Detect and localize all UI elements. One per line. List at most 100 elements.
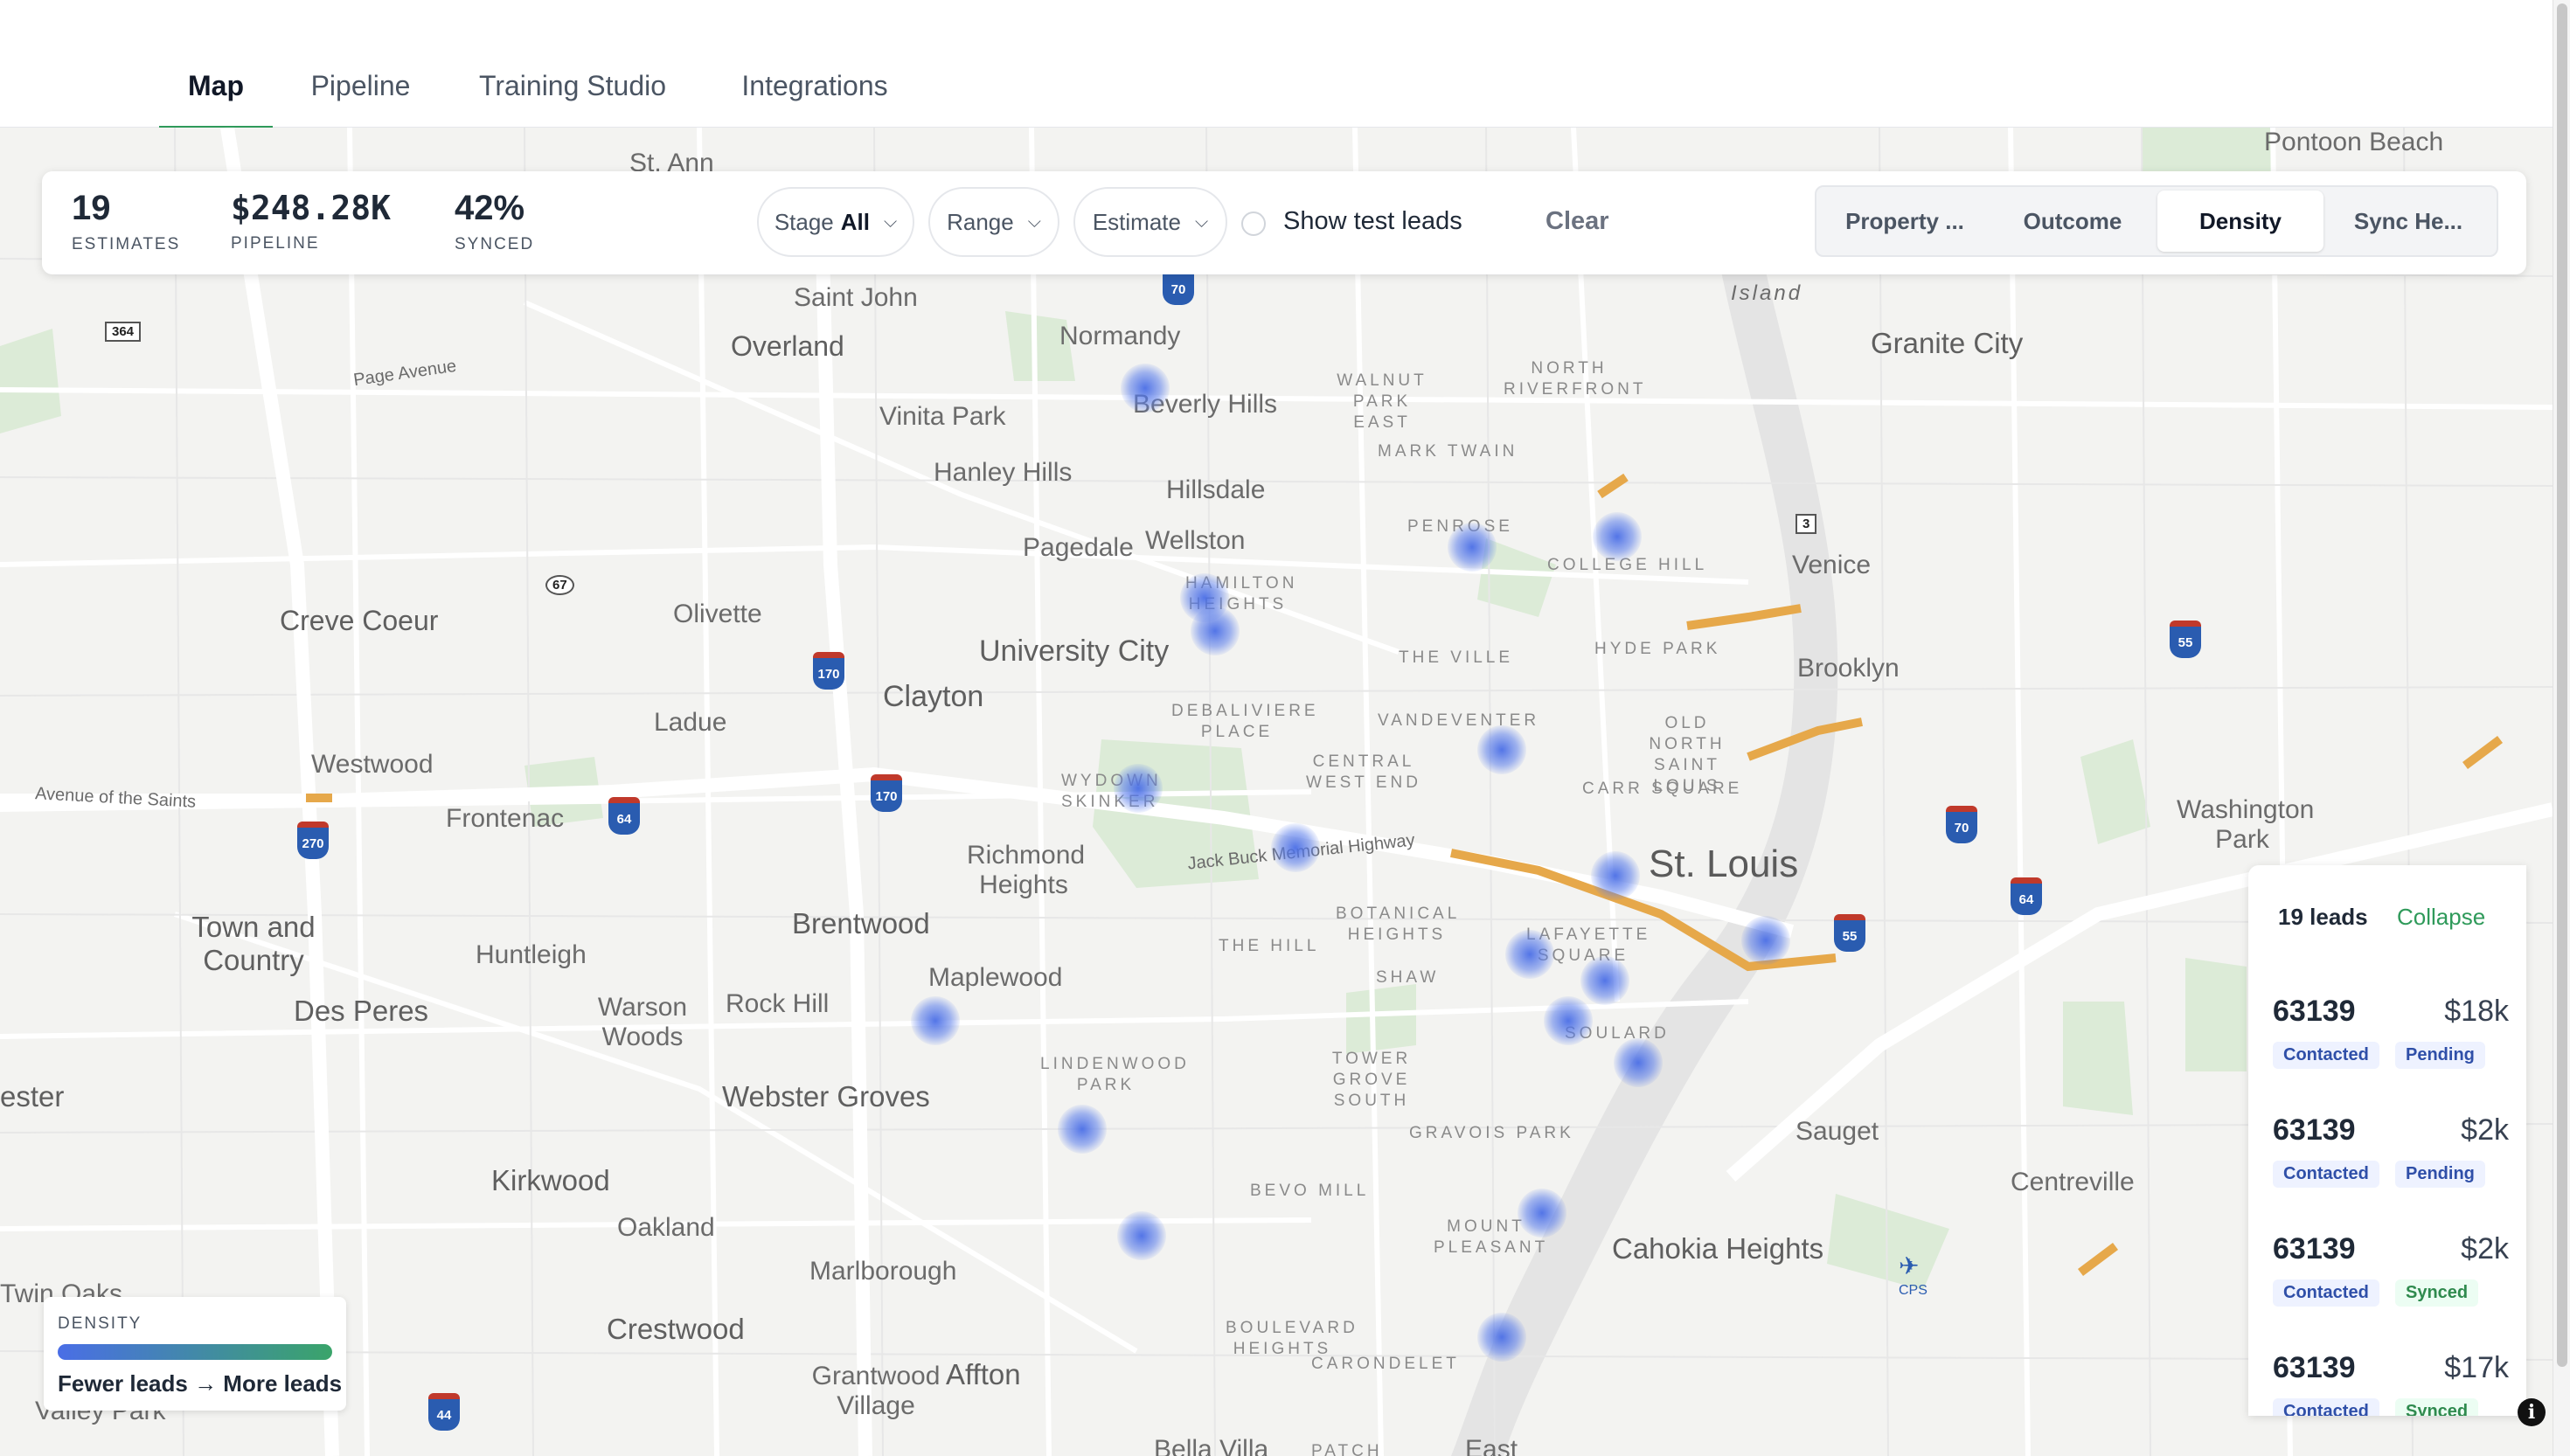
airport-label: CPS (1899, 1283, 1928, 1298)
leads-count: 19 leads (2278, 904, 2368, 930)
map-label: Marlborough (809, 1257, 957, 1286)
density-marker[interactable] (1117, 1211, 1166, 1260)
stat-label: SYNCED (455, 235, 535, 253)
tab-map[interactable]: Map (159, 70, 273, 129)
lead-item[interactable]: 63139 $2k Contacted Pending (2273, 1113, 2509, 1218)
map-label: Rock Hill (726, 989, 830, 1018)
density-marker[interactable] (1271, 823, 1320, 872)
view-sync-health-button[interactable]: Sync He... (2327, 191, 2490, 252)
stat-value: $248.28K (231, 189, 392, 227)
view-density-button[interactable]: Density (2157, 191, 2323, 252)
status-badge: Contacted (2273, 1042, 2379, 1069)
map-label: Webster Groves (722, 1080, 930, 1113)
stats-filter-bar: 19 ESTIMATES $248.28K PIPELINE 42% SYNCE… (42, 171, 2526, 274)
neighborhood-label: BOULEVARD HEIGHTS (1226, 1319, 1358, 1358)
lead-amount: $18k (2444, 995, 2509, 1028)
density-marker[interactable] (1614, 1038, 1663, 1087)
neighborhood-label: DEBALIVIERE PLACE (1171, 702, 1319, 741)
map-label: Saint John (794, 283, 918, 312)
density-marker[interactable] (1544, 996, 1593, 1045)
range-filter-label: Range (947, 208, 1014, 235)
route-shield: 67 (545, 575, 574, 595)
chevron-down-icon: ⌵ (1194, 211, 1209, 232)
stat-label: PIPELINE (231, 234, 320, 253)
density-marker[interactable] (1518, 1189, 1566, 1238)
neighborhood-label: CARONDELET (1311, 1355, 1460, 1373)
collapse-button[interactable]: Collapse (2397, 904, 2485, 931)
neighborhood-label: HYDE PARK (1594, 640, 1721, 658)
map-label: Cahokia Heights (1612, 1232, 1824, 1265)
lead-item[interactable]: 63139 $18k Contacted Pending (2273, 995, 2509, 1099)
lead-item[interactable]: 63139 $2k Contacted Synced (2273, 1232, 2509, 1337)
neighborhood-label: THE HILL (1219, 937, 1320, 955)
density-marker[interactable] (1477, 725, 1526, 774)
legend-description: Fewer leads → More leads (58, 1370, 343, 1397)
estimate-filter-dropdown[interactable]: Estimate ⌵ (1073, 187, 1227, 257)
route-shield: 70 (1946, 806, 1977, 843)
density-marker[interactable] (1505, 930, 1554, 979)
stage-filter-label: Stage (774, 208, 834, 235)
view-property-button[interactable]: Property ... (1822, 191, 1988, 252)
range-filter-dropdown[interactable]: Range ⌵ (928, 187, 1059, 257)
status-badge: Contacted (2273, 1398, 2379, 1416)
density-marker[interactable] (911, 996, 960, 1045)
neighborhood-label: BEVO MILL (1250, 1182, 1370, 1200)
density-marker[interactable] (1477, 1313, 1526, 1362)
density-marker[interactable] (1191, 607, 1240, 655)
neighborhood-label: NORTH RIVERFRONT (1504, 359, 1647, 399)
neighborhood-label: PATCH (1311, 1442, 1383, 1456)
density-marker[interactable] (1058, 1105, 1107, 1154)
tab-pipeline[interactable]: Pipeline (297, 70, 424, 126)
route-shield: 44 (428, 1393, 460, 1431)
map-label: Hillsdale (1166, 475, 1266, 504)
map-label: Oakland (617, 1213, 715, 1242)
page-scrollbar[interactable] (2553, 0, 2570, 1456)
scrollbar-thumb[interactable] (2557, 3, 2567, 1367)
info-icon[interactable]: i (2518, 1398, 2546, 1426)
lead-item[interactable]: 63139 $17k Contacted Synced (2273, 1351, 2509, 1416)
airport-icon: ✈ (1899, 1252, 1920, 1279)
neighborhood-label: BOTANICAL HEIGHTS (1336, 905, 1461, 944)
view-outcome-button[interactable]: Outcome (1991, 191, 2154, 252)
lead-amount: $17k (2444, 1351, 2509, 1384)
tab-integrations[interactable]: Integrations (719, 70, 911, 126)
density-marker[interactable] (1121, 364, 1170, 413)
density-marker[interactable] (1448, 523, 1497, 572)
route-shield: 3 (1796, 514, 1817, 534)
density-marker[interactable] (1580, 956, 1629, 1005)
clear-filters-button[interactable]: Clear (1545, 207, 1609, 236)
neighborhood-label: Island (1731, 281, 1803, 305)
sync-badge: Pending (2395, 1161, 2485, 1188)
density-marker[interactable] (1591, 851, 1640, 900)
estimate-filter-label: Estimate (1092, 208, 1181, 235)
chevron-down-icon: ⌵ (1027, 211, 1041, 232)
lead-zip: 63139 (2273, 1232, 2356, 1265)
route-shield: 64 (2011, 877, 2042, 915)
density-marker[interactable] (1593, 512, 1642, 561)
map-label: Pontoon Beach (2264, 128, 2444, 156)
top-nav: Map Pipeline Training Studio Integration… (0, 0, 2553, 129)
map-label: Brooklyn (1797, 654, 1900, 683)
density-marker[interactable] (1741, 916, 1790, 965)
density-marker[interactable] (1114, 764, 1163, 813)
map-label: Frontenac (446, 804, 565, 833)
map-label: University City (979, 634, 1170, 668)
tab-training-studio[interactable]: Training Studio (463, 70, 682, 126)
stage-filter-dropdown[interactable]: Stage All ⌵ (757, 187, 914, 257)
status-badge: Contacted (2273, 1279, 2379, 1307)
show-test-leads-checkbox[interactable] (1241, 211, 1266, 236)
neighborhood-label: TOWER GROVE SOUTH (1331, 1050, 1412, 1110)
route-shield: 170 (813, 652, 844, 690)
stat-value: 19 (72, 189, 111, 227)
map-label: Grantwood Village (811, 1362, 941, 1420)
neighborhood-label: VANDEVENTER (1378, 711, 1540, 730)
map-label: Creve Coeur (280, 605, 439, 636)
map-canvas[interactable]: St. Ann Saint John Overland Normandy Bev… (0, 128, 2553, 1456)
stage-filter-value: All (840, 208, 870, 235)
show-test-leads-label[interactable]: Show test leads (1283, 207, 1462, 236)
map-label: Affton (946, 1358, 1021, 1390)
map-label: ester (0, 1080, 65, 1113)
stat-value: 42% (455, 189, 525, 227)
map-label: Normandy (1059, 322, 1181, 350)
map-base (0, 128, 2553, 1456)
